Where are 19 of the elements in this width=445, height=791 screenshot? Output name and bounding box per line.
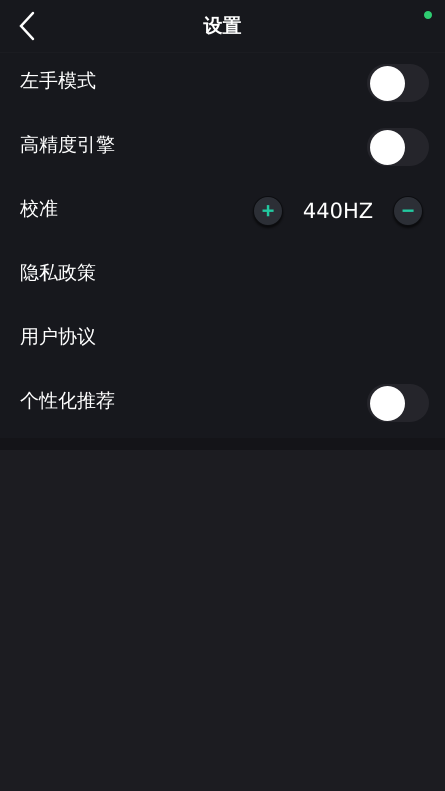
decrease-button[interactable]: −: [393, 196, 423, 226]
toggle-knob: [370, 130, 405, 164]
setting-label[interactable]: 用户协议: [20, 324, 96, 350]
status-dot-icon: [424, 11, 432, 19]
setting-label: 校准: [20, 197, 58, 222]
back-icon: [18, 11, 36, 41]
back-button[interactable]: [18, 11, 36, 41]
toggle-knob: [370, 66, 405, 100]
setting-label: 高精度引擎: [20, 133, 115, 158]
toggle-knob: [370, 386, 405, 420]
setting-label: 个性化推荐: [20, 389, 115, 414]
setting-label[interactable]: 隐私政策: [20, 260, 96, 286]
page-title: 设置: [204, 14, 242, 39]
frequency-value: 440HZ: [302, 199, 374, 223]
toggle-switch[interactable]: [367, 64, 429, 102]
toggle-switch[interactable]: [367, 384, 429, 422]
increase-button[interactable]: +: [253, 196, 283, 226]
setting-label: 左手模式: [20, 69, 96, 94]
toggle-switch[interactable]: [367, 128, 429, 166]
